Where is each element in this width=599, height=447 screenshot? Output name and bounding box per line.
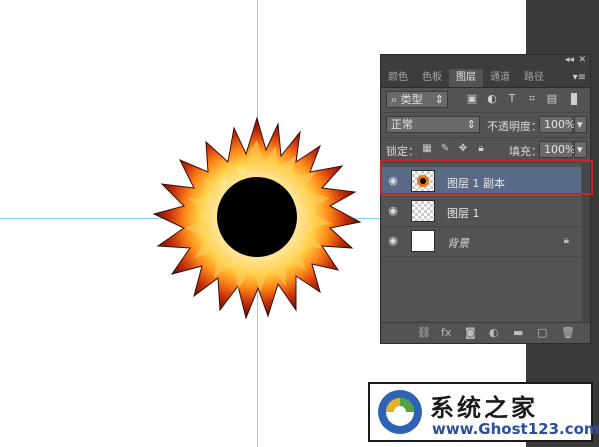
filter-toggle-switch[interactable] [571,93,577,105]
chevron-up-down-icon: ⇕ [466,118,476,131]
opacity-dropdown-button[interactable]: ▾ [574,116,587,133]
filter-kind-select[interactable]: ⌕ 类型 ⇕ [386,91,448,108]
layer-row[interactable]: ◉ 图层 1 [381,197,581,227]
panel-title-bar[interactable]: ◂◂ ✕ [381,55,590,69]
smart-object-filter-icon[interactable]: ▤ [545,92,559,106]
collapse-panel-icon[interactable]: ◂◂ [565,55,574,65]
opacity-label: 不透明度： [487,120,542,133]
watermark-url: www.Ghost123.com [432,420,599,438]
delete-layer-icon[interactable]: 🗑︎ [561,326,575,339]
layer-style-icon[interactable]: fx [441,326,451,339]
watermark-logo: 系统之家 www.Ghost123.com [368,382,599,442]
panel-menu-icon[interactable]: ▾≡ [573,69,586,87]
link-layers-icon[interactable]: ⛓ [417,326,431,339]
tab-channels[interactable]: 通道 [483,69,517,87]
layer-thumbnail [411,230,435,252]
image-filter-icon[interactable]: ▣ [465,92,479,106]
layer-thumbnail [411,200,435,222]
blend-row: 正常 ⇕ 不透明度： 100% ▾ [381,113,590,138]
shape-filter-icon[interactable]: ⌗ [525,92,539,106]
chevron-up-down-icon: ⇕ [434,93,444,106]
panel-footer: ⛓ fx ◙ ◐ ▬ ▢ 🗑︎ [381,322,590,343]
lock-all-icon[interactable]: 🔒︎ [475,143,487,155]
logo-icon [378,390,422,434]
tab-color[interactable]: 颜色 [381,69,415,87]
layer-name: 图层 1 [447,207,480,220]
tab-layers[interactable]: 图层 [449,69,483,87]
selected-layer-highlight [380,160,593,195]
eye-icon[interactable]: ◉ [386,235,400,247]
layer-row[interactable]: ◉ 背景 🔒︎ [381,227,581,257]
eye-icon[interactable]: ◉ [386,205,400,217]
close-panel-icon[interactable]: ✕ [578,55,586,65]
search-icon: ⌕ [391,93,398,106]
new-group-icon[interactable]: ▬ [513,326,523,339]
blend-mode-value: 正常 [391,118,413,131]
text-filter-icon[interactable]: T [505,92,519,106]
lock-position-icon[interactable]: ✥ [457,143,469,155]
lock-icon: 🔒︎ [563,235,569,246]
fill-label: 填充： [509,145,542,158]
new-layer-icon[interactable]: ▢ [537,326,547,339]
adjustment-layer-icon[interactable]: ◐ [489,326,499,339]
opacity-field[interactable]: 100% [539,116,576,133]
tab-paths[interactable]: 路径 [517,69,551,87]
adjustment-filter-icon[interactable]: ◐ [485,92,499,106]
layers-panel: ◂◂ ✕ 颜色 色板 图层 通道 路径 ▾≡ ⌕ 类型 ⇕ ▣ ◐ T ⌗ ▤ … [380,54,591,344]
layer-name: 背景 [447,237,469,250]
lock-image-pixels-icon[interactable]: ✎ [439,143,451,155]
filter-row: ⌕ 类型 ⇕ ▣ ◐ T ⌗ ▤ [381,88,590,113]
blend-mode-select[interactable]: 正常 ⇕ [386,116,480,133]
fill-value: 100% [544,143,576,156]
add-mask-icon[interactable]: ◙ [465,326,476,339]
panel-tabs: 颜色 色板 图层 通道 路径 ▾≡ [381,69,590,88]
tab-swatches[interactable]: 色板 [415,69,449,87]
filter-kind-label: 类型 [400,93,423,106]
opacity-value: 100% [544,118,576,131]
lock-transparent-pixels-icon[interactable]: ▦ [421,143,433,155]
fill-dropdown-button[interactable]: ▾ [574,141,587,158]
solar-eclipse-fire-artwork [152,116,362,320]
lock-label: 锁定： [386,145,419,158]
watermark-title: 系统之家 [430,394,538,422]
fill-field[interactable]: 100% [539,141,576,158]
